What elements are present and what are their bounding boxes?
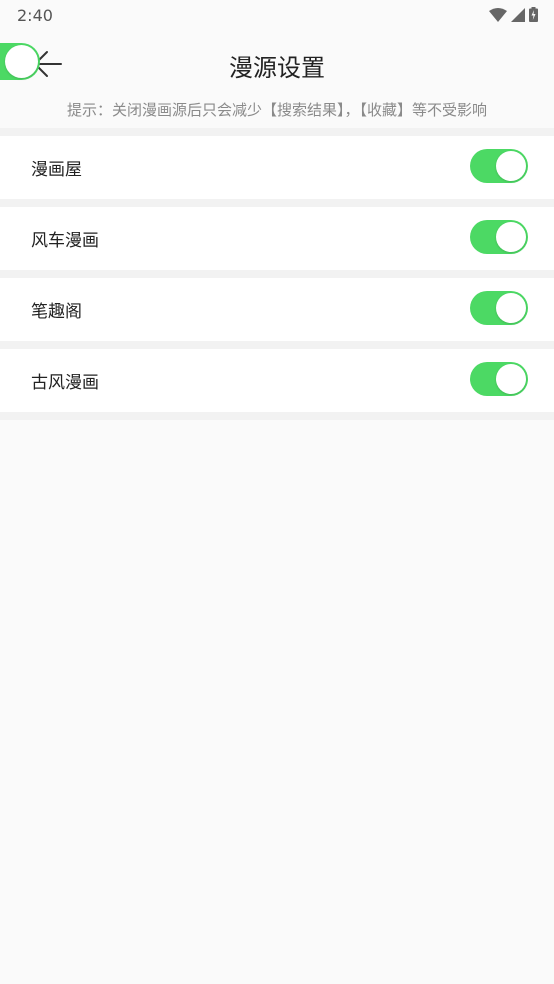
divider [0, 341, 554, 349]
status-bar: 2:40 [0, 0, 554, 30]
hint-text: 提示：关闭漫画源后只会减少【搜索结果】，【收藏】等不受影响 [66, 101, 487, 119]
toggle-knob [496, 293, 526, 323]
divider [0, 128, 554, 136]
source-toggle[interactable] [470, 149, 528, 183]
source-toggle[interactable] [470, 362, 528, 396]
header: 漫源设置 [0, 30, 554, 98]
source-row: 风车漫画 [0, 207, 554, 270]
source-row: 笔趣阁 [0, 278, 554, 341]
cell-signal-icon [511, 7, 525, 22]
page-title: 漫源设置 [229, 54, 325, 82]
source-toggle[interactable] [470, 220, 528, 254]
divider [0, 412, 554, 420]
toggle-knob [496, 222, 526, 252]
master-toggle[interactable] [0, 43, 40, 80]
source-row: 古风漫画 [0, 349, 554, 412]
source-label: 漫画屋 [31, 160, 82, 180]
divider [0, 199, 554, 207]
source-list: 漫画屋 风车漫画 笔趣阁 古风漫画 [0, 128, 554, 420]
source-label: 古风漫画 [31, 373, 99, 393]
battery-charging-icon [529, 7, 538, 22]
source-label: 风车漫画 [31, 231, 99, 251]
source-row: 漫画屋 [0, 136, 554, 199]
source-toggle[interactable] [470, 291, 528, 325]
toggle-knob [496, 364, 526, 394]
toggle-knob [496, 151, 526, 181]
divider [0, 270, 554, 278]
toggle-knob [5, 45, 38, 78]
status-time: 2:40 [17, 6, 53, 25]
source-label: 笔趣阁 [31, 302, 82, 322]
wifi-icon [489, 7, 507, 22]
status-icons [489, 7, 538, 22]
